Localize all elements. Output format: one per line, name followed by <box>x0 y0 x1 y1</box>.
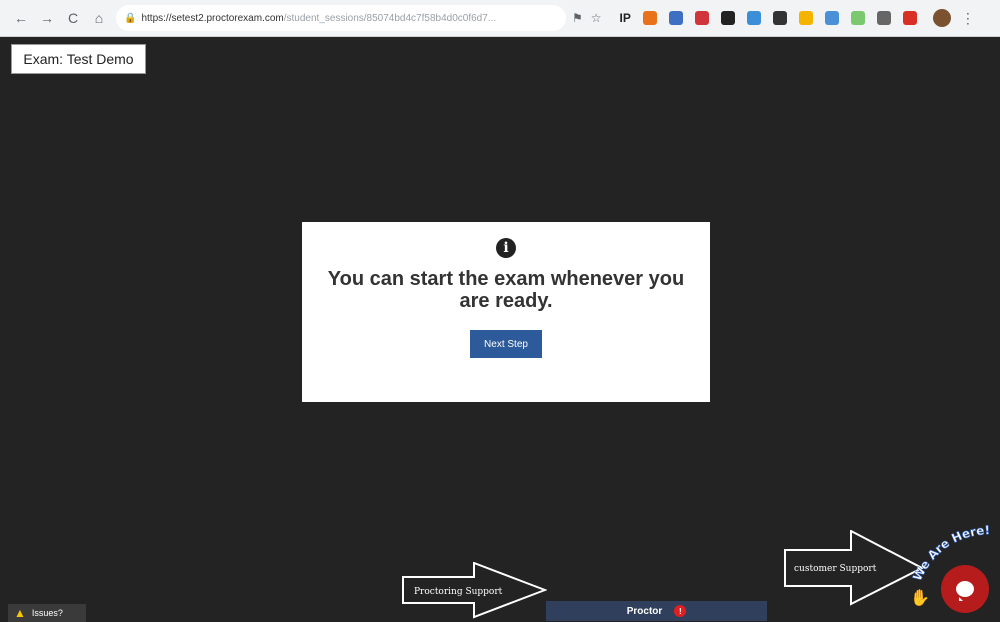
url-host: https://setest2.proctorexam.com <box>141 12 284 24</box>
customer-support-arrow: customer Support <box>784 530 924 606</box>
customer-support-label: customer Support <box>794 564 877 574</box>
proctor-alert-badge: ! <box>674 605 687 617</box>
exam-title: Exam: Test Demo <box>11 44 146 74</box>
ready-message: You can start the exam whenever you are … <box>327 268 685 312</box>
extension-icon[interactable] <box>824 11 839 25</box>
ready-dialog: i You can start the exam whenever you ar… <box>302 222 710 402</box>
chat-launcher-button[interactable] <box>941 565 989 613</box>
extension-icon[interactable] <box>694 11 709 25</box>
proctoring-support-label: Proctoring Support <box>414 587 503 597</box>
next-step-button[interactable]: Next Step <box>470 330 542 358</box>
extension-icon[interactable] <box>746 11 761 25</box>
extension-icon[interactable] <box>642 11 657 25</box>
info-icon: i <box>496 238 516 258</box>
bookmark-star-icon[interactable]: ☆ <box>591 11 602 25</box>
extension-icon[interactable] <box>902 11 917 25</box>
chat-bubble-icon <box>956 581 974 601</box>
extension-icon[interactable] <box>772 11 787 25</box>
url-path: /student_sessions/85074bd4c7f58b4d0c0f6d… <box>283 12 497 24</box>
extension-icon[interactable] <box>720 11 735 25</box>
issues-label: Issues? <box>31 608 63 618</box>
reload-icon[interactable]: C <box>62 7 84 29</box>
address-bar[interactable]: 🔒 https://setest2.proctorexam.com /stude… <box>116 5 566 31</box>
proctor-tab-label: Proctor <box>626 605 663 617</box>
extension-icons: IP <box>614 11 923 25</box>
lock-icon: 🔒 <box>124 12 137 24</box>
forward-icon[interactable]: → <box>36 7 58 29</box>
extension-icon[interactable]: IP <box>620 11 631 25</box>
proctor-tab[interactable]: Proctor ! <box>546 601 767 621</box>
proctoring-support-arrow: Proctoring Support <box>402 562 547 619</box>
profile-avatar[interactable] <box>932 9 951 27</box>
warning-icon: ▲ <box>14 606 26 620</box>
translate-icon[interactable]: ⚑ <box>572 11 583 25</box>
browser-toolbar: ← → C ⌂ 🔒 https://setest2.proctorexam.co… <box>0 0 1000 37</box>
extension-icon[interactable] <box>798 11 813 25</box>
back-icon[interactable]: ← <box>10 7 32 29</box>
issues-button[interactable]: ▲ Issues? <box>8 604 86 622</box>
extension-icon[interactable] <box>850 11 865 25</box>
extension-icon[interactable] <box>876 11 891 25</box>
exam-title-text: Exam: Test Demo <box>23 51 134 67</box>
extension-icon[interactable] <box>668 11 683 25</box>
kebab-menu-icon[interactable]: ⋮ <box>961 10 975 27</box>
wave-hand-icon: ✋ <box>910 590 930 607</box>
home-icon[interactable]: ⌂ <box>88 7 110 29</box>
